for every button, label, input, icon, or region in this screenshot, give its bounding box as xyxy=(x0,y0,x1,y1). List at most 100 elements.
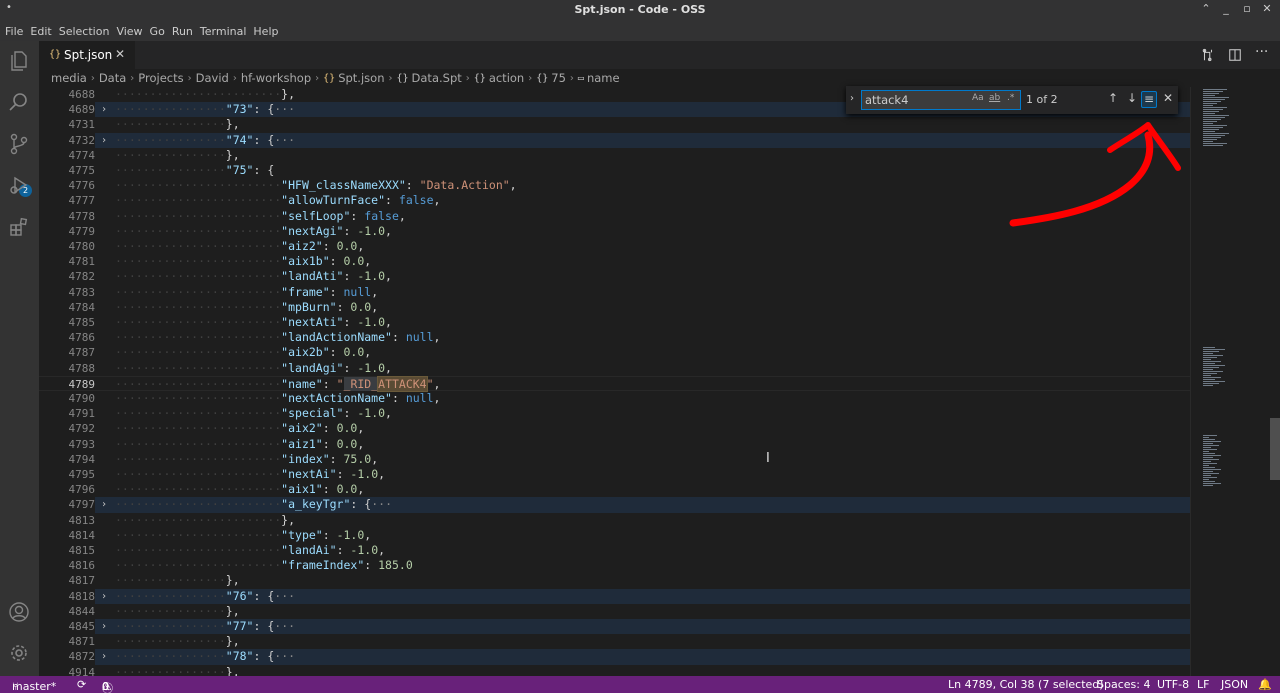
toggle-replace-icon[interactable]: › xyxy=(850,93,854,104)
code-line[interactable]: 4791 ························"special": -… xyxy=(39,406,1190,421)
minimize-button[interactable]: _ xyxy=(1215,2,1237,15)
maximize-button[interactable]: ▫ xyxy=(1236,2,1258,15)
fold-chevron-icon[interactable]: › xyxy=(101,589,107,604)
run-debug-icon[interactable] xyxy=(7,173,31,197)
code-line[interactable]: 4785 ························"nextAti": -… xyxy=(39,315,1190,330)
match-whole-word-icon[interactable]: ab xyxy=(989,93,1000,103)
breadcrumb-hf-workshop[interactable]: hf-workshop xyxy=(241,71,311,85)
language-mode[interactable]: JSON xyxy=(1221,678,1248,691)
breadcrumb-action[interactable]: action xyxy=(489,71,524,85)
breadcrumb-projects[interactable]: Projects xyxy=(138,71,183,85)
find-in-selection-button[interactable]: ≡ xyxy=(1141,91,1157,108)
match-case-icon[interactable]: Aa xyxy=(972,93,984,103)
menu-run[interactable]: Run xyxy=(169,25,196,38)
code-editor[interactable]: 4688 ························}, 4689 › ·····… xyxy=(39,87,1190,676)
menu-edit[interactable]: Edit xyxy=(27,25,54,38)
split-editor-icon[interactable] xyxy=(1228,48,1242,62)
sync-icon[interactable]: ⟳ xyxy=(77,678,86,691)
breadcrumb-name[interactable]: name xyxy=(587,71,620,85)
code-line[interactable]: 4777 ························"allowTurnFa… xyxy=(39,193,1190,208)
code-line[interactable]: 4816 ························"frameIndex"… xyxy=(39,558,1190,573)
code-line[interactable]: 4872 › ················"78": {··· xyxy=(39,649,1190,665)
collapse-icon[interactable]: ⌃ xyxy=(1195,2,1217,15)
settings-gear-icon[interactable] xyxy=(7,641,31,665)
code-line[interactable]: 4780 ························"aiz2": 0.0, xyxy=(39,239,1190,254)
minimap[interactable] xyxy=(1190,87,1280,676)
code-line[interactable]: 4776 ························"HFW_classNa… xyxy=(39,178,1190,193)
encoding[interactable]: UTF-8 xyxy=(1157,678,1189,691)
menu-file[interactable]: File xyxy=(2,25,26,38)
breadcrumb-75[interactable]: 75 xyxy=(551,71,566,85)
end-of-line[interactable]: LF xyxy=(1197,678,1209,691)
tab-close-icon[interactable]: ✕ xyxy=(115,47,125,61)
title-bar: • Spt.json - Code - OSS ⌃ _ ▫ ✕ xyxy=(0,0,1280,21)
code-line[interactable]: 4782 ························"landAti": -… xyxy=(39,269,1190,284)
menu-selection[interactable]: Selection xyxy=(56,25,113,38)
fold-chevron-icon[interactable]: › xyxy=(101,619,107,634)
source-control-icon[interactable] xyxy=(7,132,31,156)
menu-terminal[interactable]: Terminal xyxy=(197,25,250,38)
code-line[interactable]: 4775 ················"75": { xyxy=(39,163,1190,178)
indentation[interactable]: Spaces: 4 xyxy=(1097,678,1150,691)
code-line[interactable]: 4815 ························"landAi": -1… xyxy=(39,543,1190,558)
notifications-icon[interactable]: 🔔 xyxy=(1258,678,1272,691)
close-find-icon[interactable]: ✕ xyxy=(1160,91,1176,105)
code-line[interactable]: 4814 ························"type": -1.0… xyxy=(39,528,1190,543)
code-line[interactable]: 4795 ························"nextAi": -1… xyxy=(39,467,1190,482)
breadcrumb-spt-json[interactable]: Spt.json xyxy=(338,71,384,85)
code-line[interactable]: 4817 ················}, xyxy=(39,573,1190,588)
account-icon[interactable] xyxy=(7,600,31,624)
more-actions-icon[interactable]: ··· xyxy=(1255,44,1268,60)
minimap-line xyxy=(1203,109,1223,110)
minimap-line xyxy=(1203,369,1213,370)
code-line[interactable]: 4779 ························"nextAgi": -… xyxy=(39,224,1190,239)
code-line[interactable]: 4778 ························"selfLoop": … xyxy=(39,209,1190,224)
search-icon[interactable] xyxy=(7,90,31,114)
code-line[interactable]: 4787 ························"aix2b": 0.0… xyxy=(39,345,1190,360)
breadcrumb-media[interactable]: media xyxy=(51,71,87,85)
open-changes-icon[interactable] xyxy=(1201,48,1215,62)
code-line[interactable]: 4790 ························"nextActionN… xyxy=(39,391,1190,406)
code-line[interactable]: 4792 ························"aix2": 0.0, xyxy=(39,421,1190,436)
code-line[interactable]: 4818 › ················"76": {··· xyxy=(39,588,1190,604)
extensions-icon[interactable] xyxy=(7,215,31,239)
code-line[interactable]: 4813 ························}, xyxy=(39,513,1190,528)
scrollbar-thumb[interactable] xyxy=(1270,418,1280,480)
code-line[interactable]: 4914 ················}, xyxy=(39,665,1190,676)
tab-spt-json[interactable]: {} Spt.json ✕ xyxy=(39,41,135,69)
breadcrumb-data[interactable]: Data xyxy=(99,71,126,85)
menu-view[interactable]: View xyxy=(113,25,145,38)
fold-chevron-icon[interactable]: › xyxy=(101,133,107,148)
next-match-button[interactable]: ↓ xyxy=(1124,91,1140,105)
code-line[interactable]: 4871 ················}, xyxy=(39,634,1190,649)
fold-chevron-icon[interactable]: › xyxy=(101,649,107,664)
code-line[interactable]: 4788 ························"landAgi": -… xyxy=(39,361,1190,376)
code-line[interactable]: 4731 ················}, xyxy=(39,117,1190,132)
fold-chevron-icon[interactable]: › xyxy=(101,497,107,512)
explorer-icon[interactable] xyxy=(7,49,31,73)
code-line[interactable]: 4786 ························"landActionN… xyxy=(39,330,1190,345)
chevron-right-icon: › xyxy=(569,72,574,84)
breadcrumb-david[interactable]: David xyxy=(196,71,229,85)
code-line[interactable]: 4844 ················}, xyxy=(39,604,1190,619)
breadcrumb-data-spt[interactable]: Data.Spt xyxy=(412,71,462,85)
menu-go[interactable]: Go xyxy=(147,25,168,38)
close-window-button[interactable]: ✕ xyxy=(1256,2,1278,15)
code-line[interactable]: 4794 ························"index": 75.… xyxy=(39,452,1190,467)
code-line[interactable]: 4732 › ················"74": {··· xyxy=(39,132,1190,148)
cursor-position[interactable]: Ln 4789, Col 38 (7 selected) xyxy=(948,678,1104,691)
fold-chevron-icon[interactable]: › xyxy=(101,102,107,117)
code-line[interactable]: 4796 ························"aix1": 0.0, xyxy=(39,482,1190,497)
code-line[interactable]: 4783 ························"frame": nul… xyxy=(39,285,1190,300)
code-line[interactable]: 4845 › ················"77": {··· xyxy=(39,619,1190,635)
code-line[interactable]: 4784 ························"mpBurn": 0.… xyxy=(39,300,1190,315)
code-line[interactable]: 4774 ················}, xyxy=(39,148,1190,163)
code-line[interactable]: 4781 ························"aix1b": 0.0… xyxy=(39,254,1190,269)
menu-help[interactable]: Help xyxy=(250,25,281,38)
previous-match-button[interactable]: ↑ xyxy=(1105,91,1121,105)
line-number: 4689 xyxy=(39,102,95,118)
use-regex-icon[interactable]: .* xyxy=(1007,93,1014,103)
code-line[interactable]: 4797 › ························"a_keyTgr":… xyxy=(39,497,1190,513)
code-line[interactable]: 4793 ························"aiz1": 0.0, xyxy=(39,437,1190,452)
code-line[interactable]: 4789 ························"name": "_RI… xyxy=(39,375,1190,392)
